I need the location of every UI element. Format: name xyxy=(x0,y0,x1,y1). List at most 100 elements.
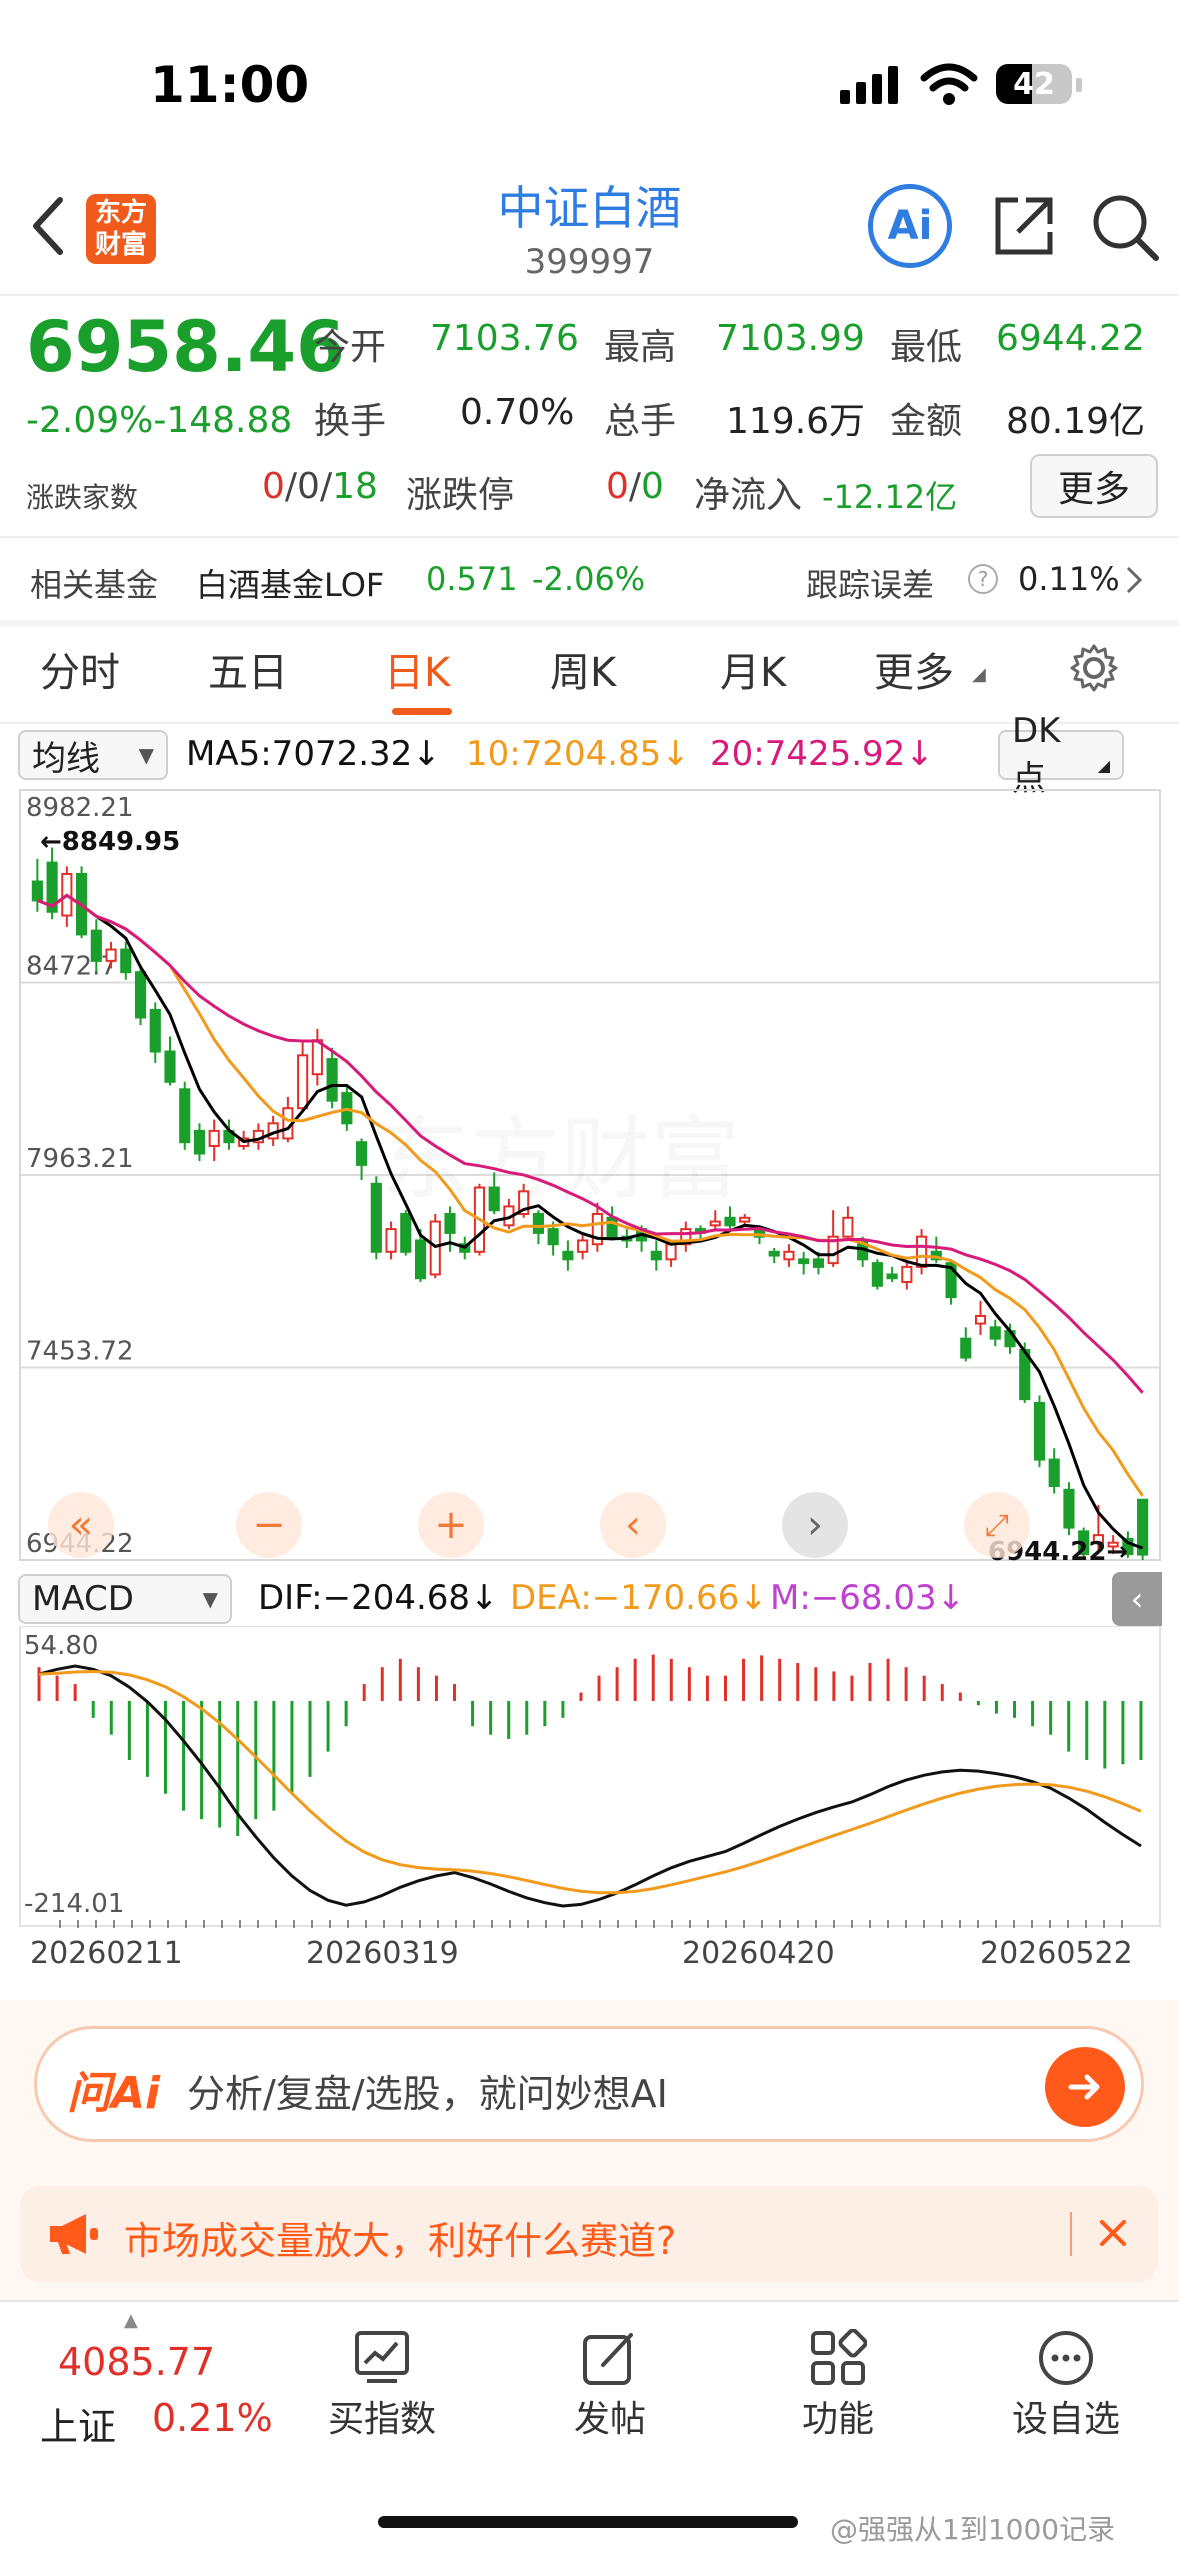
macd-frame xyxy=(19,1626,1161,1927)
y-tick-label: 8472.7 xyxy=(26,952,117,982)
dif-value: DIF:−204.68↓ xyxy=(258,1578,499,1618)
scroll-right-icon[interactable]: › xyxy=(782,1492,848,1558)
low-label: 最低 xyxy=(890,327,963,368)
nav-label: 买指数 xyxy=(327,2399,436,2440)
home-indicator xyxy=(378,2516,798,2528)
nav-watchlist[interactable]: 设自选 xyxy=(986,2320,1146,2442)
ma20-value: 20:7425.92↓ xyxy=(710,734,934,774)
candlestick-chart[interactable]: 8982.218472.77963.217453.726944.22东方财富←8… xyxy=(0,780,1179,1570)
ma10-value: 10:7204.85↓ xyxy=(466,734,690,774)
candle xyxy=(444,1212,456,1234)
ai-search-bar[interactable]: 问Ai 分析/复盘/选股，就问妙想AI xyxy=(34,2026,1144,2142)
tab-daily-k[interactable]: 日K xyxy=(384,640,450,698)
candle xyxy=(901,1265,913,1284)
candle xyxy=(105,948,117,962)
tab-five-day[interactable]: 五日 xyxy=(208,640,288,698)
candle xyxy=(193,1129,206,1155)
dk-point-button[interactable]: DK点 ◢ xyxy=(998,711,1124,799)
candle xyxy=(1063,1488,1075,1529)
volume-value: 119.6万 xyxy=(726,401,866,442)
candle xyxy=(164,1050,176,1083)
candle xyxy=(488,1186,500,1212)
status-time: 11:00 xyxy=(150,56,310,114)
macd-chart[interactable]: 54.80 -214.01 xyxy=(0,1626,1179,1930)
candle xyxy=(1033,1401,1046,1461)
high-label: 最高 xyxy=(604,327,677,368)
volume-label: 总手 xyxy=(604,401,677,442)
candle xyxy=(370,1182,382,1253)
tab-monthly-k[interactable]: 月K xyxy=(720,640,786,698)
more-label: 更多 xyxy=(1057,469,1130,510)
date-label: 20260420 xyxy=(682,1936,835,1971)
candle xyxy=(297,1054,309,1110)
low-value: 6944.22 xyxy=(996,318,1145,359)
collapse-panel-icon[interactable]: ‹ xyxy=(1112,1572,1162,1626)
max-price-annotation: ←8849.95 xyxy=(40,827,180,857)
y-tick-label: 7963.21 xyxy=(26,1144,134,1174)
index-name[interactable]: 上证 xyxy=(40,2396,116,2451)
open-label: 今开 xyxy=(314,327,387,368)
dif-line xyxy=(38,1664,1142,1908)
edit-icon xyxy=(530,2320,690,2390)
nav-functions[interactable]: 功能 xyxy=(758,2320,918,2442)
candle xyxy=(960,1337,972,1359)
help-icon[interactable]: ? xyxy=(968,564,998,594)
y-tick-label: 7453.72 xyxy=(26,1336,134,1366)
nav-post[interactable]: 发帖 xyxy=(530,2320,690,2442)
nav-label: 设自选 xyxy=(1011,2399,1120,2440)
tab-more[interactable]: 更多 xyxy=(874,640,954,698)
index-arrow-up-icon: ▲ xyxy=(124,2310,138,2331)
ma5-value: MA5:7072.32↓ xyxy=(186,734,441,774)
candle xyxy=(842,1216,854,1238)
price-change: -2.09%-148.88 xyxy=(26,400,293,441)
zoom-out-icon[interactable]: − xyxy=(236,1492,302,1558)
m-value: M:−68.03↓ xyxy=(770,1578,966,1618)
candle xyxy=(871,1262,883,1287)
scroll-left-icon[interactable]: ‹ xyxy=(600,1492,666,1558)
notice-banner[interactable]: 市场成交量放大，利好什么赛道? xyxy=(20,2186,1158,2282)
gear-icon[interactable] xyxy=(1068,642,1120,698)
limit-label: 涨跌停 xyxy=(406,475,515,516)
zoom-in-icon[interactable]: + xyxy=(418,1492,484,1558)
tab-more-caret-icon: ◢ xyxy=(972,664,986,685)
candle xyxy=(400,1212,412,1253)
ai-button[interactable]: Ai xyxy=(868,184,952,268)
candle xyxy=(120,948,132,974)
signal-icon xyxy=(840,66,904,110)
index-change[interactable]: 0.21% xyxy=(152,2396,273,2440)
megaphone-icon xyxy=(46,2210,100,2262)
watermark: @强强从1到1000记录 xyxy=(830,2513,1116,2546)
candle xyxy=(577,1239,589,1253)
ma5-line xyxy=(36,893,1144,1550)
macd-selector[interactable]: MACD ▼ xyxy=(18,1574,232,1624)
index-value[interactable]: 4085.77 xyxy=(58,2340,215,2384)
tab-intraday[interactable]: 分时 xyxy=(40,640,120,698)
fullscreen-icon[interactable]: ⤢ xyxy=(964,1492,1030,1558)
candle xyxy=(709,1220,721,1227)
ai-submit-arrow-icon[interactable] xyxy=(1045,2047,1125,2127)
turnover-value: 0.70% xyxy=(460,392,575,433)
more-button[interactable]: 更多 xyxy=(1030,454,1158,518)
candle xyxy=(798,1258,810,1265)
candle xyxy=(665,1243,677,1261)
candle xyxy=(532,1212,544,1234)
notice-text: 市场成交量放大，利好什么赛道? xyxy=(124,2219,677,2263)
y-tick-label: 8982.21 xyxy=(26,793,134,823)
indicator-selector[interactable]: 均线 ▼ xyxy=(18,730,168,780)
tracking-error-label: 跟踪误差 xyxy=(806,566,935,604)
candle xyxy=(606,1216,618,1238)
candle xyxy=(356,1141,368,1166)
battery-icon: 42 xyxy=(996,64,1072,104)
candle xyxy=(179,1088,191,1144)
nav-buy-index[interactable]: 买指数 xyxy=(302,2320,462,2442)
chart-watermark: 东方财富 xyxy=(380,1107,740,1212)
close-icon[interactable] xyxy=(1096,2216,1130,2254)
dropdown-caret-icon: ▼ xyxy=(138,743,154,767)
scroll-far-left-icon[interactable]: « xyxy=(48,1492,114,1558)
search-icon[interactable] xyxy=(1090,192,1162,268)
dea-line xyxy=(38,1669,1142,1895)
tab-weekly-k[interactable]: 周K xyxy=(550,640,616,698)
candle xyxy=(1048,1458,1060,1488)
share-icon[interactable] xyxy=(990,192,1058,264)
fund-label: 相关基金 xyxy=(30,566,159,604)
